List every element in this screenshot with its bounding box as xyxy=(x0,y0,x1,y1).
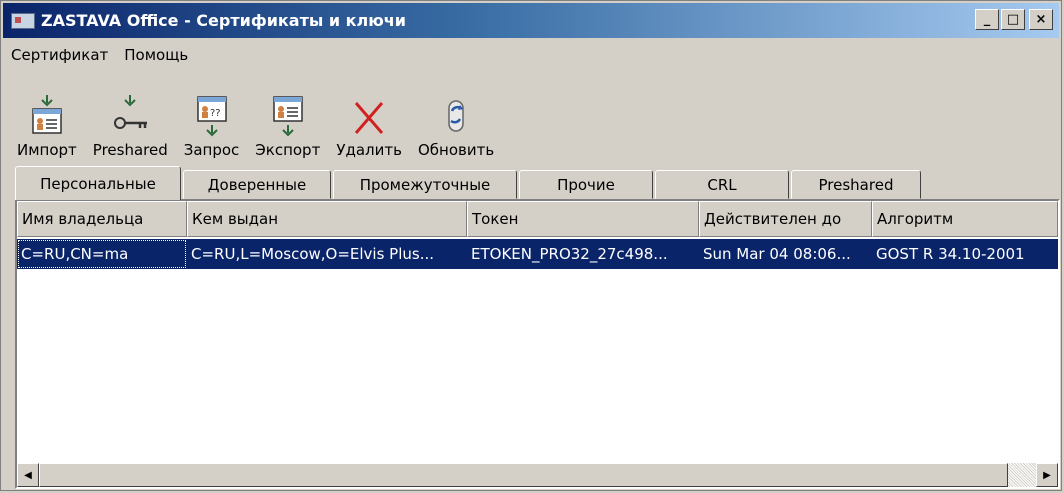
refresh-label: Обновить xyxy=(417,141,495,159)
left-arrow-icon: ◀ xyxy=(24,469,32,481)
column-valid-until[interactable]: Действителен до xyxy=(699,201,872,237)
window-controls: _ □ × xyxy=(975,9,1053,30)
menu-certificate[interactable]: Сертификат xyxy=(3,46,116,64)
delete-button[interactable]: Удалить xyxy=(328,83,410,159)
cell-token: ETOKEN_PRO32_27c498... xyxy=(471,245,668,263)
table-row[interactable]: C=RU,CN=ma C=RU,L=Moscow,O=Elvis Plus...… xyxy=(17,239,1058,269)
right-arrow-icon: ▶ xyxy=(1043,469,1051,481)
tab-strip: Персональные Доверенные Промежуточные Пр… xyxy=(15,164,923,200)
tab-intermediate[interactable]: Промежуточные xyxy=(333,170,517,199)
window-title: ZASTAVA Office - Сертификаты и ключи xyxy=(41,11,406,30)
preshared-label: Preshared xyxy=(92,141,168,159)
delete-label: Удалить xyxy=(336,141,402,159)
app-icon xyxy=(11,12,35,29)
import-label: Импорт xyxy=(17,141,77,159)
app-window: ZASTAVA Office - Сертификаты и ключи _ □… xyxy=(0,0,1062,491)
minimize-button[interactable]: _ xyxy=(975,9,999,30)
scroll-right-button[interactable]: ▶ xyxy=(1036,463,1058,487)
toolbar: Импорт Preshared ?? Запрос Экспорт Удали… xyxy=(9,83,502,159)
horizontal-scrollbar[interactable]: ◀ ▶ xyxy=(17,463,1058,487)
column-token[interactable]: Токен xyxy=(467,201,699,237)
tab-trusted[interactable]: Доверенные xyxy=(183,170,331,199)
request-certificate-icon: ?? xyxy=(192,91,232,137)
certificate-list[interactable]: Имя владельца Кем выдан Токен Действител… xyxy=(15,199,1060,489)
tab-preshared[interactable]: Preshared xyxy=(791,170,921,199)
cell-issued-by: C=RU,L=Moscow,O=Elvis Plus... xyxy=(191,245,435,263)
tab-other[interactable]: Прочие xyxy=(519,170,653,199)
scroll-track[interactable] xyxy=(1008,463,1036,487)
scroll-left-button[interactable]: ◀ xyxy=(17,463,39,487)
export-certificate-icon xyxy=(268,91,308,137)
column-issued-by[interactable]: Кем выдан xyxy=(187,201,467,237)
maximize-button[interactable]: □ xyxy=(1001,9,1025,30)
import-button[interactable]: Импорт xyxy=(9,83,85,159)
export-label: Экспорт xyxy=(255,141,321,159)
close-button[interactable]: × xyxy=(1029,9,1053,30)
menu-bar: Сертификат Помощь xyxy=(3,43,196,67)
export-button[interactable]: Экспорт xyxy=(247,83,328,159)
cell-algorithm: GOST R 34.10-2001 xyxy=(876,245,1025,263)
tab-crl[interactable]: CRL xyxy=(655,170,789,199)
preshared-button[interactable]: Preshared xyxy=(85,83,176,159)
refresh-button[interactable]: Обновить xyxy=(410,83,502,159)
cell-owner-name: C=RU,CN=ma xyxy=(17,239,187,269)
refresh-icon xyxy=(436,91,476,137)
request-button[interactable]: ?? Запрос xyxy=(176,83,248,159)
key-icon xyxy=(110,91,150,137)
menu-help[interactable]: Помощь xyxy=(116,46,196,64)
list-header: Имя владельца Кем выдан Токен Действител… xyxy=(17,201,1058,237)
svg-text:??: ?? xyxy=(210,108,221,119)
title-bar[interactable]: ZASTAVA Office - Сертификаты и ключи _ □… xyxy=(3,3,1059,38)
scroll-thumb[interactable] xyxy=(39,463,1008,487)
delete-x-icon xyxy=(349,91,389,137)
column-owner-name[interactable]: Имя владельца xyxy=(17,201,187,237)
tab-personal[interactable]: Персональные xyxy=(15,166,181,200)
column-algorithm[interactable]: Алгоритм xyxy=(872,201,1058,237)
import-certificate-icon xyxy=(27,91,67,137)
cell-valid-until: Sun Mar 04 08:06... xyxy=(703,245,851,263)
request-label: Запрос xyxy=(183,141,240,159)
